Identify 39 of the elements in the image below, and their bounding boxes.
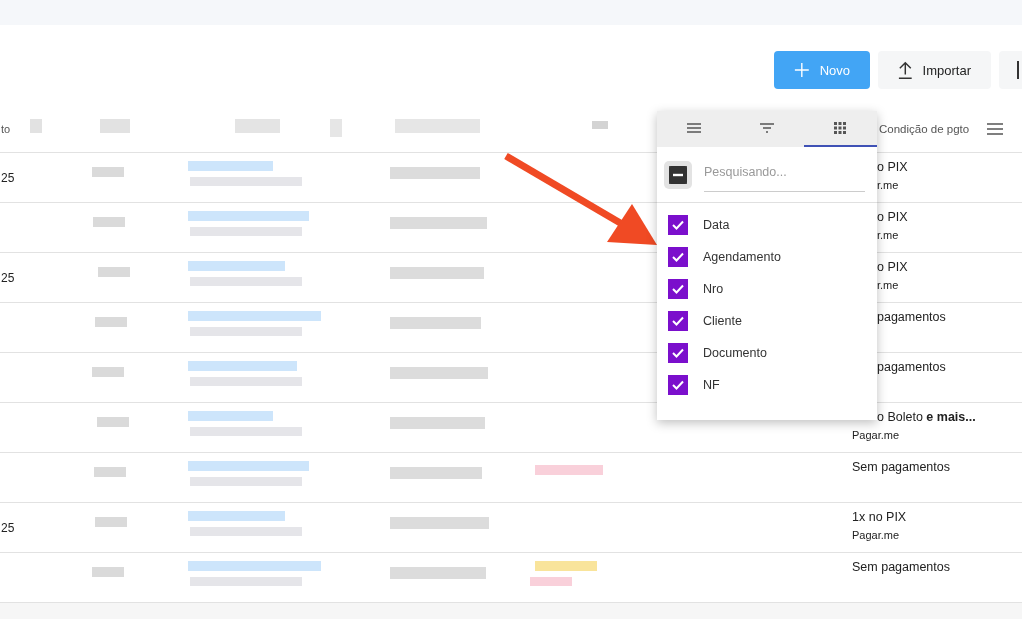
column-option[interactable]: Documento [703, 346, 767, 360]
table-cell: r.me [877, 179, 899, 191]
table-cell: r.me [877, 229, 899, 241]
table-cell: Pagar.me [852, 429, 900, 441]
grid-icon [834, 122, 847, 134]
table-cell: Sem pagamentos [852, 560, 950, 574]
checkbox[interactable] [668, 375, 688, 395]
column-option[interactable]: Nro [703, 282, 724, 296]
column-option[interactable]: Data [703, 218, 730, 232]
checkbox[interactable] [668, 215, 688, 235]
table-cell: pagamentos [877, 360, 946, 374]
checkbox[interactable] [668, 311, 688, 331]
filter-icon [760, 123, 774, 133]
upload-icon [898, 60, 913, 80]
checkbox[interactable] [668, 279, 688, 299]
table-cell: 25 [1, 520, 15, 535]
column-header[interactable]: Condição de pgto [879, 122, 970, 135]
menu-icon[interactable] [987, 122, 1004, 135]
table-cell: o PIX [877, 260, 908, 274]
plus-icon [794, 61, 810, 79]
checkbox[interactable] [668, 343, 688, 363]
table-cell-text: o Boleto e mais... [876, 410, 976, 424]
select-all-checkbox[interactable] [664, 161, 692, 189]
table-cell: Sem pagamentos [852, 460, 950, 474]
table-cell: o PIX [877, 160, 908, 174]
table-cell: pagamentos [877, 310, 946, 324]
column-option[interactable]: Cliente [703, 314, 742, 328]
menu-icon [686, 123, 701, 133]
column-option[interactable]: NF [703, 378, 720, 392]
table-cell: 1x no PIX [852, 510, 907, 524]
table-cell: 25 [1, 270, 15, 285]
table-cell: 25 [1, 170, 15, 185]
checkbox[interactable] [668, 247, 688, 267]
column-header: to [1, 122, 11, 135]
table-cell: o PIX [877, 210, 908, 224]
column-option[interactable]: Agendamento [703, 250, 781, 264]
table-cell: Pagar.me [852, 529, 900, 541]
import-button[interactable]: Importar [878, 51, 991, 89]
table-cell: r.me [877, 279, 899, 291]
